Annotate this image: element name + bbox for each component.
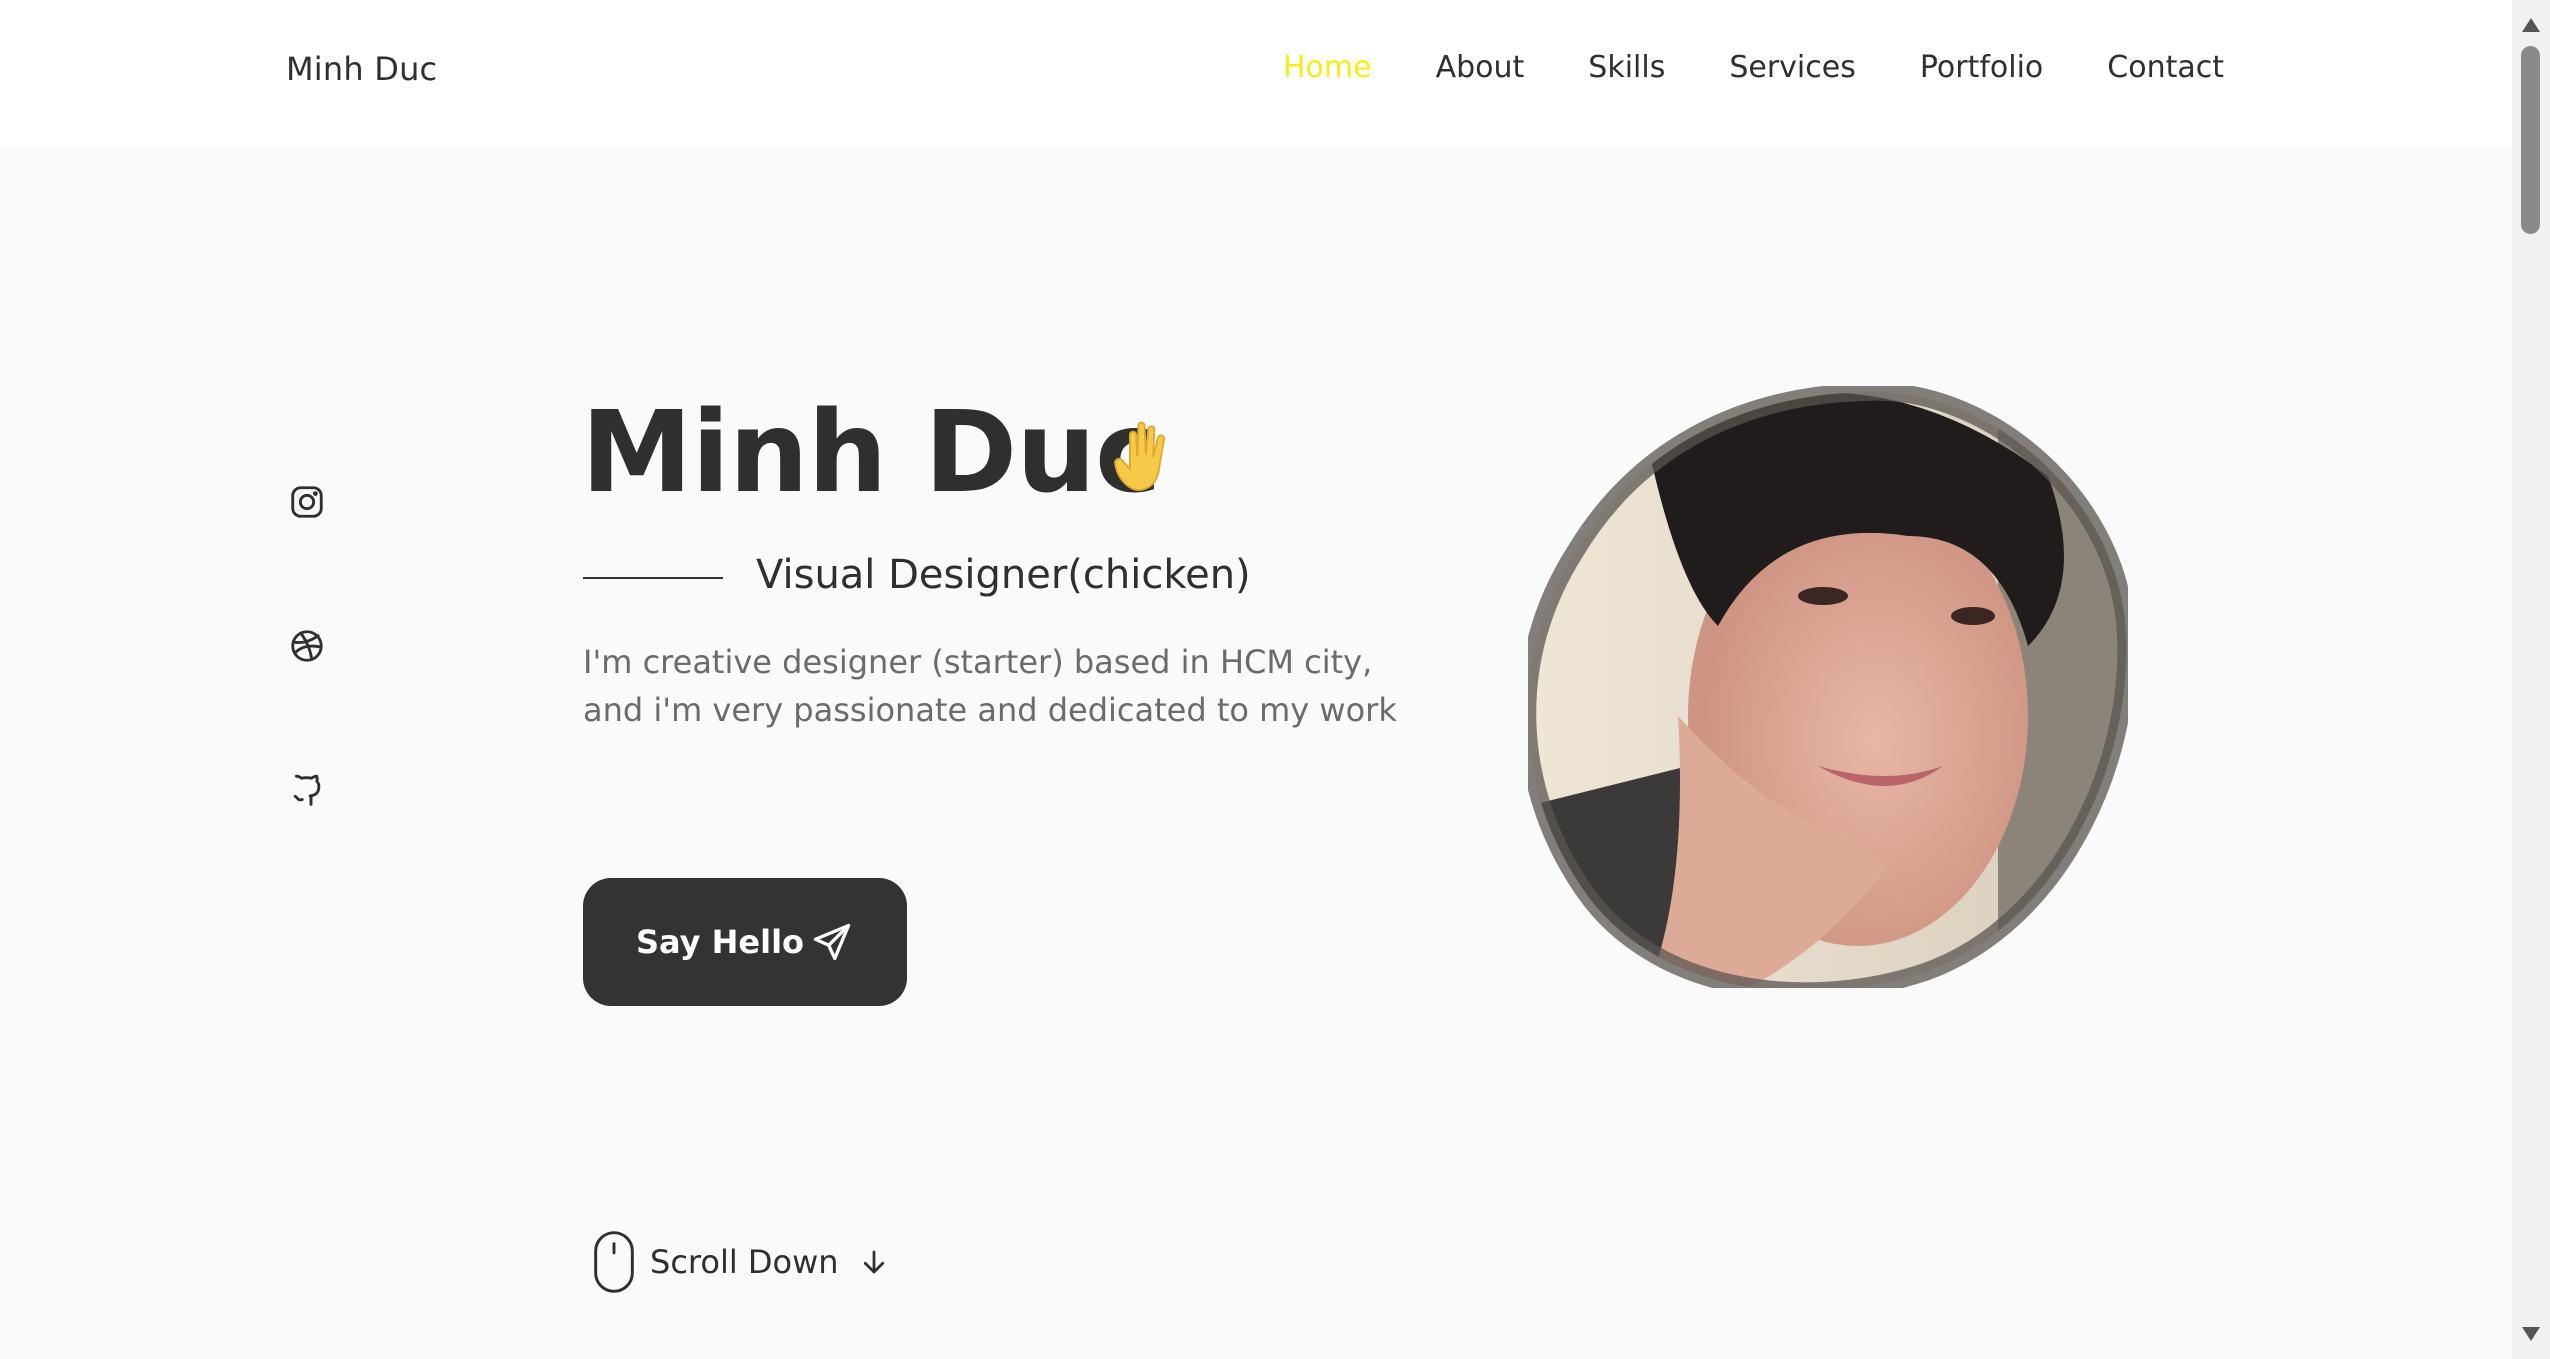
hero-title: Minh Duc: [581, 388, 1161, 518]
waving-hand-icon: [1114, 421, 1165, 491]
say-hello-label: Say Hello: [635, 923, 805, 961]
scroll-down-label: Scroll Down: [650, 1243, 839, 1281]
nav-home[interactable]: Home: [1283, 50, 1372, 85]
nav-services[interactable]: Services: [1729, 50, 1856, 85]
main-nav: Home About Skills Services Portfolio Con…: [1283, 50, 2224, 85]
header: Minh Duc Home About Skills Services Port…: [0, 0, 2512, 146]
nav-portfolio[interactable]: Portfolio: [1920, 50, 2043, 85]
send-icon: [813, 923, 851, 961]
social-links: [288, 483, 326, 809]
scroll-up-arrow-icon[interactable]: [2522, 18, 2540, 32]
page: Minh Duc Home About Skills Services Port…: [0, 0, 2512, 1359]
scrollbar-thumb[interactable]: [2521, 46, 2540, 234]
hero-description: I'm creative designer (starter) based in…: [583, 643, 1397, 729]
profile-photo: [1528, 386, 2128, 988]
say-hello-button[interactable]: Say Hello: [583, 878, 907, 1006]
nav-skills[interactable]: Skills: [1588, 50, 1665, 85]
scroll-down-arrow-icon[interactable]: [2522, 1327, 2540, 1341]
hero-subtitle: Visual Designer(chicken): [756, 552, 1251, 598]
github-icon[interactable]: [288, 771, 326, 809]
nav-about[interactable]: About: [1436, 50, 1525, 85]
subtitle-divider: [583, 577, 723, 579]
instagram-icon[interactable]: [288, 483, 326, 521]
mouse-icon: [594, 1231, 634, 1293]
vertical-scrollbar[interactable]: [2512, 0, 2550, 1359]
arrow-down-icon: [863, 1250, 884, 1274]
dribbble-icon[interactable]: [288, 627, 326, 665]
site-logo[interactable]: Minh Duc: [286, 50, 437, 88]
scroll-down-link[interactable]: Scroll Down: [592, 1228, 889, 1296]
nav-contact[interactable]: Contact: [2107, 50, 2224, 85]
